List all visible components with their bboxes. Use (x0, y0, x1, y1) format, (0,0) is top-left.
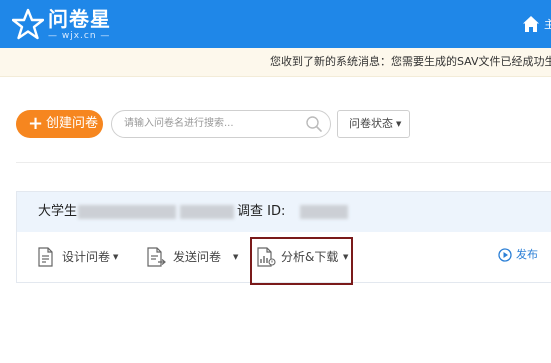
redacted-id-block (300, 205, 348, 219)
create-survey-label: 创建问卷 (46, 116, 99, 131)
survey-title-suffix: 调查 ID: (237, 204, 286, 219)
top-header: 问卷星 — wjx.cn — 主 (0, 0, 551, 48)
brand-name: 问卷星 (48, 7, 111, 31)
document-edit-icon (38, 247, 53, 267)
search-icon[interactable] (305, 115, 323, 133)
system-notice-bar: 您收到了新的系统消息：您需要生成的SAV文件已经成功生成 (0, 48, 551, 77)
design-survey-button[interactable]: 设计问卷 ▼ (38, 246, 128, 268)
publish-label: 发布 (516, 248, 538, 261)
caret-down-icon: ▼ (233, 253, 239, 261)
redacted-title-block (78, 205, 176, 219)
send-survey-button[interactable]: 发送问卷 ▼ (147, 246, 247, 268)
survey-card-header: 大学生 调查 ID: (17, 192, 551, 232)
caret-down-icon: ▼ (396, 120, 402, 128)
section-divider (16, 162, 551, 163)
highlight-box (250, 237, 353, 285)
design-survey-label: 设计问卷 (62, 250, 111, 264)
home-icon[interactable] (522, 15, 540, 33)
create-survey-button[interactable]: + 创建问卷 (16, 110, 103, 138)
survey-title-prefix: 大学生 (38, 204, 78, 219)
survey-search-input[interactable]: 请输入问卷名进行搜索... (111, 110, 331, 138)
star-logo-icon (12, 8, 44, 40)
play-circle-icon (498, 248, 512, 262)
caret-down-icon: ▼ (113, 253, 119, 261)
plus-icon: + (28, 113, 44, 134)
search-placeholder: 请输入问卷名进行搜索... (124, 118, 234, 129)
redacted-title-block (180, 205, 234, 219)
header-edge-text[interactable]: 主 (544, 19, 551, 31)
wjx-logo[interactable]: 问卷星 — wjx.cn — (12, 6, 132, 44)
brand-subtitle: — wjx.cn — (48, 31, 111, 41)
system-notice-text[interactable]: 您收到了新的系统消息：您需要生成的SAV文件已经成功生成 (270, 55, 551, 69)
survey-status-select[interactable]: 问卷状态 ▼ (337, 110, 410, 138)
send-survey-label: 发送问卷 (173, 250, 222, 264)
document-send-icon (147, 247, 166, 267)
status-select-label: 问卷状态 (349, 117, 393, 130)
